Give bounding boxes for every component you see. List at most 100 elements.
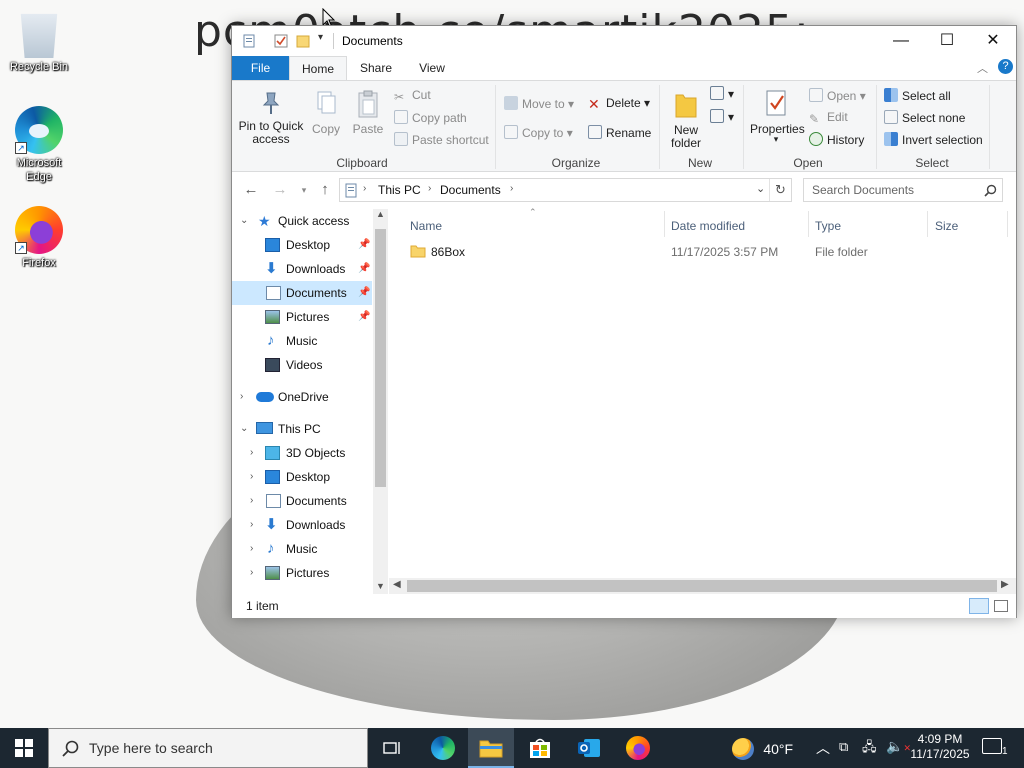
desktop-icon-recycle-bin[interactable]: Recycle Bin [3,10,75,74]
nav-pc-music[interactable]: › ♪ Music [232,537,372,561]
nav-onedrive[interactable]: › OneDrive [232,385,372,409]
search-input[interactable]: Search Documents [812,183,914,197]
large-icons-view-icon[interactable] [994,600,1008,612]
nav-quick-access[interactable]: ⌄ ★ Quick access [232,209,372,233]
nav-item-downloads[interactable]: ⬇ Downloads 📌 [232,257,372,281]
taskbar-firefox-button[interactable] [615,728,661,768]
nav-pc-3d-objects[interactable]: › 3D Objects [232,441,372,465]
breadcrumb-this-pc[interactable]: This PC [378,183,421,197]
scroll-down-icon[interactable]: ▼ [376,581,385,591]
taskbar-store-button[interactable] [517,728,563,768]
column-header-size[interactable]: Size [935,215,958,237]
taskbar-search[interactable]: Type here to search [48,728,368,768]
recent-locations-button[interactable]: ▾ [294,180,314,200]
history-button[interactable]: History [809,132,864,147]
details-view-icon[interactable] [969,598,989,614]
chevron-right-icon: › [250,447,254,458]
action-center-button[interactable]: 1 [982,738,1008,757]
taskbar-outlook-button[interactable] [566,728,612,768]
nav-this-pc[interactable]: ⌄ This PC [232,417,372,441]
search-box[interactable]: Search Documents [803,178,1003,202]
taskbar-explorer-button[interactable] [468,728,514,768]
nav-item-videos[interactable]: Videos [232,353,372,377]
tab-view[interactable]: View [407,56,457,80]
close-button[interactable]: ✕ [970,26,1016,56]
checkmark-quick-icon[interactable] [274,34,288,48]
desktop-icon-firefox[interactable]: ↗ Firefox [3,206,75,270]
tab-share[interactable]: Share [351,56,401,80]
rename-button[interactable]: Rename [588,125,651,140]
desktop-icon-edge[interactable]: ↗ Microsoft Edge [3,106,75,184]
weather-widget[interactable]: 40°F [732,738,793,760]
select-all-button[interactable]: Select all [884,88,951,103]
nav-pc-desktop[interactable]: › Desktop [232,465,372,489]
show-hidden-icons-button[interactable]: ︿ [816,738,830,758]
folder-quick-icon[interactable] [296,34,310,48]
clock[interactable]: 4:09 PM 11/17/2025 [908,732,972,762]
column-header-date[interactable]: Date modified [671,215,745,237]
paste-shortcut-button[interactable]: Paste shortcut [394,132,489,147]
taskbar-edge-button[interactable] [420,728,466,768]
open-button[interactable]: Open ▾ [809,88,866,103]
content-hscrollbar[interactable]: ◀ ▶ [389,578,1016,594]
nav-scrollbar-thumb[interactable] [375,229,386,487]
move-to-button[interactable]: Move to ▾ [504,96,574,111]
address-dropdown-icon[interactable]: ⌄ [756,182,765,195]
scroll-up-icon[interactable]: ▲ [376,209,385,219]
invert-selection-button[interactable]: Invert selection [884,132,983,147]
task-view-button[interactable] [370,728,414,768]
nav-item-desktop[interactable]: Desktop 📌 [232,233,372,257]
chevron-right-icon: › [250,519,254,530]
tab-file[interactable]: File [232,56,289,80]
edit-button[interactable]: ✎ Edit [809,110,848,126]
start-button[interactable] [0,728,48,768]
cut-button[interactable]: ✂ Cut [394,88,431,104]
address-bar[interactable]: › This PC › Documents › ⌄ ↻ [339,178,792,202]
new-item-button[interactable]: ▾ [710,86,734,101]
properties-button[interactable]: Properties ▾ [750,89,805,145]
collapse-ribbon-icon[interactable]: ︿ [977,60,988,76]
up-button[interactable]: ↑ [315,180,335,200]
minimize-button[interactable]: — [878,26,924,56]
refresh-icon[interactable]: ↻ [775,182,786,198]
outlook-icon [578,739,600,757]
nav-pc-pictures[interactable]: › Pictures [232,561,372,585]
copy-to-button[interactable]: Copy to ▾ [504,125,573,140]
meet-now-icon[interactable]: ⧉ [839,739,848,755]
nav-item-documents[interactable]: Documents 📌 [232,281,372,305]
forward-button[interactable]: → [270,180,290,200]
maximize-button[interactable]: ☐ [924,26,970,56]
nav-item-pictures[interactable]: Pictures 📌 [232,305,372,329]
ribbon-separator [989,85,990,169]
breadcrumb-documents[interactable]: Documents [440,183,501,197]
column-header-name[interactable]: Name [410,215,442,237]
pin-quick-access-button[interactable]: Pin to Quick access [238,89,304,146]
title-bar[interactable]: ▾ Documents — ☐ ✕ [232,26,1016,56]
select-none-button[interactable]: Select none [884,110,965,125]
tab-home[interactable]: Home [289,56,347,80]
column-header-type[interactable]: Type [815,215,841,237]
nav-pc-documents[interactable]: › Documents [232,489,372,513]
delete-button[interactable]: ✕ Delete ▾ [588,96,650,111]
properties-quick-icon[interactable] [242,34,256,48]
network-icon[interactable]: 🖧 [862,738,877,760]
help-icon[interactable]: ? [998,59,1013,74]
copy-button[interactable]: Copy [310,89,342,136]
chevron-down-icon[interactable]: ▾ [318,32,323,43]
scroll-right-icon[interactable]: ▶ [1001,579,1009,590]
new-folder-button[interactable]: New folder [668,89,704,150]
scroll-left-icon[interactable]: ◀ [393,579,401,590]
content-hscrollbar-thumb[interactable] [407,580,997,592]
nav-pc-downloads[interactable]: › ⬇ Downloads [232,513,372,537]
taskbar-search-input[interactable]: Type here to search [89,729,213,767]
breadcrumb-separator-icon: › [428,183,432,194]
nav-item-music[interactable]: ♪ Music [232,329,372,353]
open-icon [809,88,823,102]
back-button[interactable]: ← [241,180,261,200]
copy-path-button[interactable]: Copy path [394,110,467,125]
easy-access-button[interactable]: ▾ [710,109,734,124]
nav-scrollbar[interactable]: ▲ ▼ [373,209,388,594]
paste-button[interactable]: Paste [350,89,386,136]
table-row[interactable]: 86Box 11/17/2025 3:57 PM File folder [407,239,1007,265]
delete-x-icon: ✕ [588,96,600,112]
